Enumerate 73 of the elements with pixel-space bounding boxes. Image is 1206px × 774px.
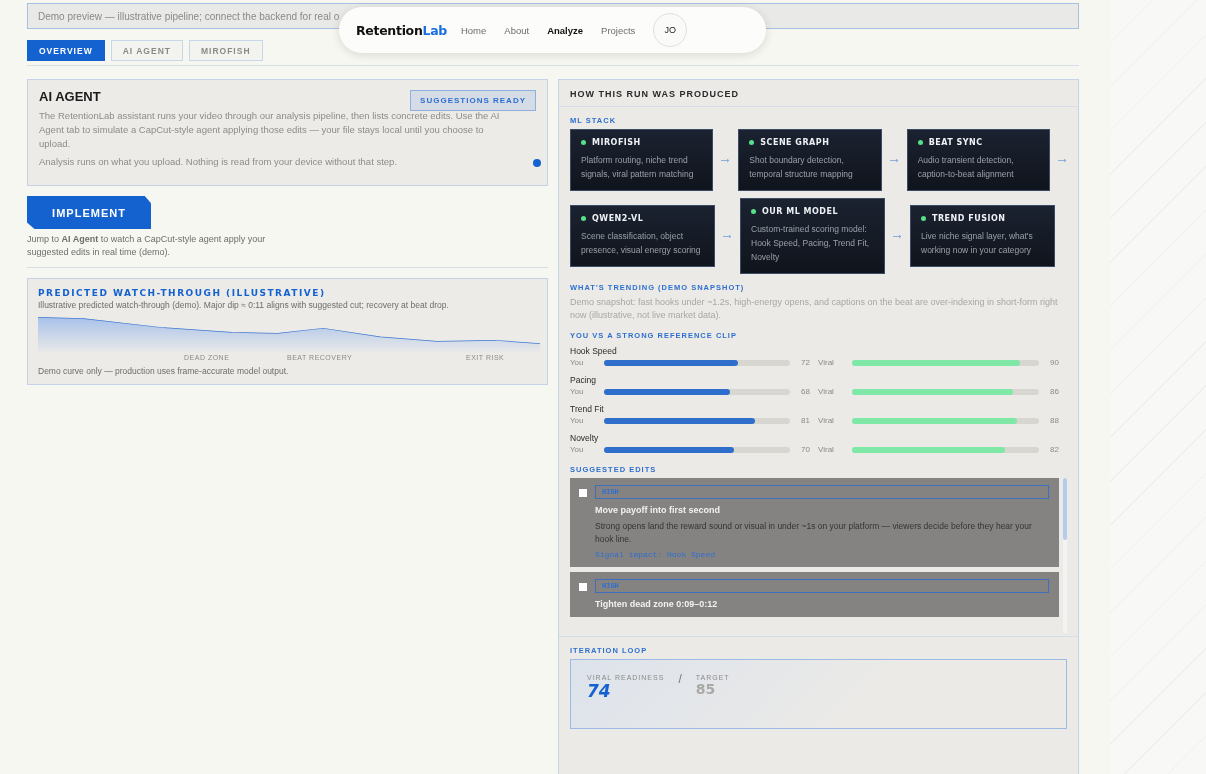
series-label: Viral xyxy=(818,358,835,367)
arrow-icon xyxy=(893,233,902,239)
status-dot-icon xyxy=(581,216,586,221)
score-value: 68 xyxy=(800,387,810,396)
model-name: MIROFISH xyxy=(592,138,641,147)
chart-footnote: Demo curve only — production uses frame-accurate model output. xyxy=(38,366,290,376)
description-text: Analysis runs on what you upload. Nothing is read from your device without that step. xyxy=(39,155,399,169)
nav-link[interactable]: Analyze xyxy=(547,24,584,36)
status-dot-icon xyxy=(751,209,756,214)
description-text: The RetentionLab assistant runs your video through our analysis pipeline, then lists concrete edits. Use the AI Agent tab to simulate a CapCut-style agent applying those edits — your file stays local until you choose to upload. xyxy=(39,109,501,151)
readiness-score: 74 xyxy=(587,681,612,701)
arrow-icon xyxy=(721,157,731,163)
edit-description: Strong opens land the reward sound or visual in under ~1s on your platform — viewers decide before they hear your hook line. xyxy=(595,520,1033,546)
status-badge: SUGGESTIONS READY xyxy=(410,90,536,111)
model-description: Shot boundary detection, temporal structure mapping xyxy=(749,154,854,181)
model-name: QWEN2-VL xyxy=(592,214,644,223)
notice-text: Demo preview — illustrative pipeline; connect the backend for real o xyxy=(38,10,340,22)
score-value: 70 xyxy=(800,445,810,454)
score-value: 81 xyxy=(800,416,810,425)
score-value: 90 xyxy=(1049,358,1059,367)
tab[interactable]: OVERVIEW xyxy=(27,40,105,61)
tab[interactable]: AI AGENT xyxy=(110,40,183,61)
logo[interactable]: RetentionLab xyxy=(356,22,447,38)
arrow-icon xyxy=(889,157,899,163)
separator-text: / xyxy=(678,672,682,686)
series-label: Viral xyxy=(818,387,835,396)
status-dot-icon xyxy=(581,140,586,145)
series-label: You xyxy=(570,387,585,396)
metric-name: Novelty xyxy=(570,433,600,443)
edit-title: Tighten dead zone 0:09–0:12 xyxy=(595,599,719,609)
implement-note: Jump to AI Agent to watch a CapCut-style agent apply your suggested edits in real time (demo). xyxy=(27,233,267,259)
arrow-icon xyxy=(723,233,732,239)
model-description: Custom-trained scoring model: Hook Speed, Pacing, Trend Fit, Novelty xyxy=(751,223,871,264)
nav-link[interactable]: Home xyxy=(460,24,487,36)
model-description: Audio transient detection, caption-to-beat alignment xyxy=(917,154,1015,181)
series-label: You xyxy=(570,416,585,425)
tab[interactable]: MIROFISH xyxy=(188,40,263,61)
metric-name: Pacing xyxy=(570,375,597,385)
model-description: Live niche signal layer, what's working now in your category xyxy=(921,230,1034,257)
card-title: AI AGENT xyxy=(39,89,101,104)
score-value: 88 xyxy=(1049,416,1059,425)
nav-link[interactable]: Projects xyxy=(601,24,636,36)
metric-name: Hook Speed xyxy=(570,346,618,356)
series-label: Viral xyxy=(818,416,835,425)
model-name: SCENE GRAPH xyxy=(760,138,830,147)
implement-button[interactable]: IMPLEMENT xyxy=(27,196,151,229)
series-label: You xyxy=(570,358,585,367)
checkbox[interactable] xyxy=(579,583,587,591)
series-label: You xyxy=(570,445,585,454)
scrollbar[interactable] xyxy=(1063,478,1067,633)
series-label: Viral xyxy=(818,445,835,454)
avatar[interactable]: JO xyxy=(653,13,688,47)
model-name: OUR ML MODEL xyxy=(762,207,839,216)
chart-subtitle: Illustrative predicted watch-through (demo). Major dip ≈ 0:11 aligns with suggested cut; recovery at beat drop. xyxy=(38,300,450,310)
target-score: 85 xyxy=(695,681,717,697)
chart-title: PREDICTED WATCH-THROUGH (ILLUSTRATIVE) xyxy=(38,288,327,298)
checkbox[interactable] xyxy=(579,489,587,497)
score-value: 82 xyxy=(1049,445,1059,454)
arrow-icon xyxy=(1058,157,1067,163)
status-dot-icon xyxy=(921,216,926,221)
nav-link[interactable]: About xyxy=(504,24,530,36)
score-value: 86 xyxy=(1049,387,1059,396)
model-name: TREND FUSION xyxy=(932,214,1006,223)
metric-name: Trend Fit xyxy=(570,404,605,414)
model-description: Scene classification, object presence, visual energy scoring xyxy=(581,230,702,257)
model-description: Platform routing, niche trend signals, viral pattern matching xyxy=(581,154,695,181)
panel-title: HOW THIS RUN WAS PRODUCED xyxy=(559,80,1078,107)
model-name: BEAT SYNC xyxy=(928,138,983,147)
signal-impact-text: Signal impact: Hook Speed xyxy=(595,550,717,559)
edit-title: Move payoff into first second xyxy=(595,505,721,515)
score-value: 72 xyxy=(800,358,810,367)
status-dot-icon xyxy=(749,140,755,145)
status-dot-icon xyxy=(917,140,923,145)
